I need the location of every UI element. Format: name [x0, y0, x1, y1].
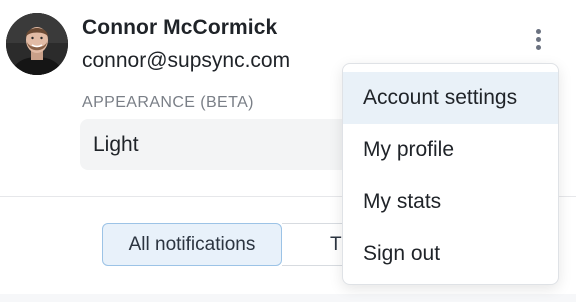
appearance-label: APPEARANCE (BETA) [82, 94, 254, 111]
avatar [6, 13, 68, 75]
menu-item-account-settings[interactable]: Account settings [343, 72, 558, 124]
kebab-menu-button[interactable] [526, 22, 550, 56]
kebab-vertical-icon [535, 36, 541, 42]
tab-label: All notifications [128, 233, 256, 255]
menu-item-my-stats[interactable]: My stats [343, 176, 558, 228]
menu-item-label: My stats [363, 190, 442, 213]
user-photo-icon [6, 13, 68, 75]
menu-item-label: My profile [363, 138, 455, 161]
tab-all-notifications[interactable]: All notifications [102, 223, 282, 266]
tab-label: T [330, 233, 342, 255]
account-menu: Account settings My profile My stats Sig… [342, 63, 559, 285]
kebab-vertical-icon [535, 44, 541, 50]
footer-strip [0, 294, 576, 302]
appearance-select-value: Light [93, 132, 139, 156]
user-name: Connor McCormick [82, 16, 278, 39]
menu-item-label: Sign out [363, 242, 441, 265]
kebab-vertical-icon [535, 28, 541, 34]
appearance-select[interactable]: Light [80, 119, 370, 170]
menu-item-label: Account settings [363, 86, 518, 109]
menu-item-my-profile[interactable]: My profile [343, 124, 558, 176]
user-email: connor@supsync.com [82, 49, 291, 72]
menu-item-sign-out[interactable]: Sign out [343, 228, 558, 280]
